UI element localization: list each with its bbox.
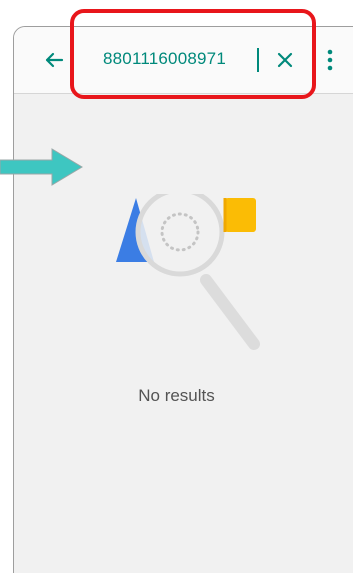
overflow-menu-button[interactable] <box>320 47 340 73</box>
back-button[interactable] <box>40 46 68 74</box>
highlight-box <box>70 9 316 99</box>
no-results-message: No results <box>138 386 215 405</box>
empty-search-illustration <box>116 194 260 350</box>
magnifier-lens <box>135 194 225 277</box>
more-vert-icon <box>327 49 333 71</box>
screenshot-stage: 8801116008971 No results <box>0 0 353 573</box>
arrow-left-icon <box>45 52 64 68</box>
yellow-block-shape <box>225 198 256 232</box>
magnifier-handle <box>200 274 260 350</box>
pointer-arrow-icon <box>0 148 83 186</box>
